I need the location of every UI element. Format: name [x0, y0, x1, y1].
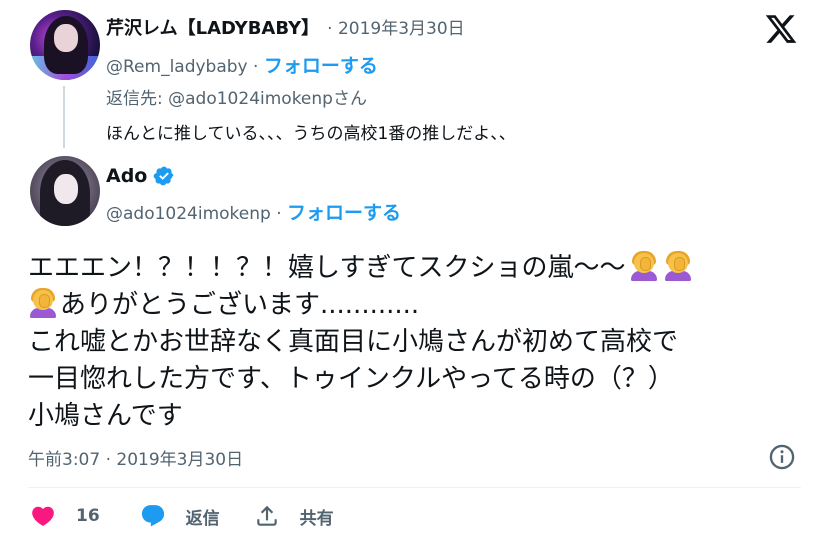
tweet-line: これ嘘とかお世辞なく真面目に小鳩さんが初めて高校で — [28, 327, 679, 357]
main-follow-button[interactable]: フォローする — [287, 202, 401, 224]
parent-tweet: 芹沢レム【LADYBABY】 · 2019年3月30日 @Rem_ladybab… — [20, 6, 780, 146]
main-handle[interactable]: @ado1024imokenp — [106, 204, 271, 224]
separator-dot: · — [253, 57, 259, 77]
tweet-line: ありがとうございます............ — [28, 287, 793, 324]
like-count: 16 — [76, 506, 100, 526]
reply-to-label[interactable]: 返信先: @ado1024imokenpさん — [106, 84, 367, 109]
parent-follow-button[interactable]: フォローする — [264, 55, 378, 77]
person-facepalming-emoji — [629, 251, 659, 281]
parent-tweet-text: ほんとに推している、、、うちの高校1番の推しだよ、、 — [106, 124, 516, 144]
tweet-line: エエエン！？！！？！嬉しすぎてスクショの嵐～～ — [28, 250, 793, 287]
avatar-ado[interactable] — [30, 156, 100, 226]
tweet-line: 一目惚れした方です、トゥインクルやってる時の（？） — [28, 364, 674, 394]
verified-badge-icon — [154, 166, 174, 186]
person-facepalming-emoji — [663, 251, 693, 281]
like-button[interactable]: 16 — [30, 503, 100, 529]
share-label: 共有 — [299, 508, 334, 529]
action-bar: 16 返信 共有 — [30, 503, 334, 529]
parent-author-name[interactable]: 芹沢レム【LADYBABY】 — [106, 14, 319, 40]
info-icon[interactable] — [768, 443, 796, 471]
reply-label: 返信 — [185, 508, 220, 529]
reply-bubble-icon — [141, 505, 164, 527]
tweet-line: 小鳩さんです — [28, 401, 183, 431]
main-author-name[interactable]: Ado — [106, 165, 147, 187]
thread-connector-line — [63, 86, 65, 148]
parent-handle-row: @Rem_ladybaby · フォローする — [106, 51, 378, 78]
avatar-rem[interactable] — [30, 10, 100, 80]
share-icon — [256, 505, 277, 526]
share-button[interactable]: 共有 — [254, 503, 334, 529]
separator-dot: · — [276, 204, 282, 224]
heart-icon — [32, 506, 54, 526]
action-divider — [28, 487, 801, 488]
main-tweet-text: エエエン！？！！？！嬉しすぎてスクショの嵐～～ ありがとうございます......… — [28, 250, 793, 435]
parent-date[interactable]: · 2019年3月30日 — [327, 14, 465, 39]
reply-button[interactable]: 返信 — [140, 503, 220, 529]
main-author-row: Ado — [106, 165, 175, 187]
main-handle-row: @ado1024imokenp · フォローする — [106, 198, 401, 225]
tweet-timestamp[interactable]: 午前3:07 · 2019年3月30日 — [28, 445, 243, 470]
person-facepalming-emoji — [28, 288, 58, 318]
parent-handle[interactable]: @Rem_ladybaby — [106, 57, 248, 77]
